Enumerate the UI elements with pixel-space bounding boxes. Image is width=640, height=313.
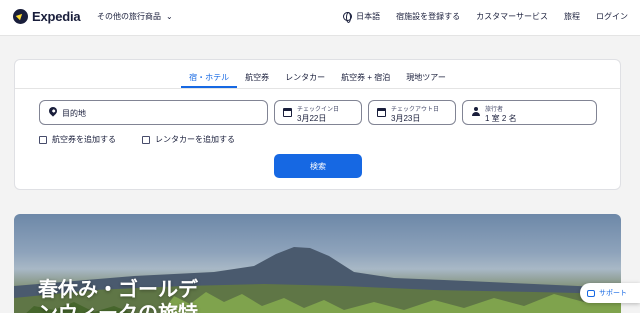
checkout-date-field[interactable]: チェックアウト日 3月23日 bbox=[368, 100, 456, 125]
tabs-divider bbox=[15, 88, 620, 89]
tab-activities[interactable]: 現地ツアー bbox=[398, 60, 454, 88]
travelers-value: 1 室 2 名 bbox=[485, 114, 517, 123]
support-button[interactable]: サポート bbox=[580, 283, 640, 303]
travelers-field[interactable]: 旅行者 1 室 2 名 bbox=[462, 100, 597, 125]
more-travel-label: その他の旅行商品 bbox=[97, 12, 161, 21]
location-pin-icon bbox=[47, 105, 59, 117]
language-selector[interactable]: 日本語 bbox=[343, 11, 381, 23]
checkout-label: チェックアウト日 bbox=[391, 107, 440, 113]
list-property-link[interactable]: 宿施設を登録する bbox=[396, 11, 460, 22]
search-card: 宿・ホテル 航空券 レンタカー 航空券 + 宿泊 現地ツアー 目的地 チェックイ… bbox=[14, 59, 621, 190]
hero-banner[interactable]: 春休み・ゴールデ ンウィークの旅特 bbox=[14, 214, 621, 313]
hero-title: 春休み・ゴールデ ンウィークの旅特 bbox=[38, 279, 198, 313]
checkin-value: 3月22日 bbox=[297, 114, 327, 123]
add-flight-label: 航空券を追加する bbox=[52, 135, 116, 144]
checkout-value: 3月23日 bbox=[391, 114, 421, 123]
header-nav: 日本語 宿施設を登録する カスタマーサービス 旅程 ログイン bbox=[327, 11, 628, 23]
add-ons: 航空券を追加する レンタカーを追加する bbox=[39, 134, 261, 145]
more-travel-menu[interactable]: その他の旅行商品 ⌄ bbox=[97, 11, 173, 22]
calendar-icon bbox=[377, 108, 386, 117]
checkin-label: チェックイン日 bbox=[297, 107, 340, 113]
travelers-label: 旅行者 bbox=[485, 107, 504, 113]
checkin-date-field[interactable]: チェックイン日 3月22日 bbox=[274, 100, 362, 125]
top-header: Expedia その他の旅行商品 ⌄ 日本語 宿施設を登録する カスタマーサービ… bbox=[0, 0, 640, 36]
destination-placeholder: 目的地 bbox=[62, 109, 86, 118]
add-car-checkbox[interactable]: レンタカーを追加する bbox=[142, 134, 235, 145]
login-link[interactable]: ログイン bbox=[596, 11, 628, 22]
customer-service-link[interactable]: カスタマーサービス bbox=[476, 11, 548, 22]
search-tabs: 宿・ホテル 航空券 レンタカー 航空券 + 宿泊 現地ツアー bbox=[15, 60, 620, 88]
add-car-label: レンタカーを追加する bbox=[155, 135, 235, 144]
tab-stays[interactable]: 宿・ホテル bbox=[181, 60, 238, 88]
chevron-down-icon: ⌄ bbox=[166, 12, 173, 21]
search-button[interactable]: 検索 bbox=[274, 154, 362, 178]
tab-flights[interactable]: 航空券 bbox=[237, 60, 277, 88]
globe-icon bbox=[343, 12, 353, 23]
checkbox-icon bbox=[39, 135, 47, 144]
expedia-logo-icon bbox=[13, 9, 28, 24]
chat-bubble-icon bbox=[587, 289, 595, 297]
trips-link[interactable]: 旅程 bbox=[564, 11, 580, 22]
logo-text: Expedia bbox=[32, 9, 81, 24]
language-label: 日本語 bbox=[356, 12, 381, 21]
person-icon bbox=[471, 107, 481, 118]
destination-field[interactable]: 目的地 bbox=[39, 100, 268, 125]
expedia-logo[interactable]: Expedia bbox=[13, 9, 81, 24]
checkbox-icon bbox=[142, 135, 150, 144]
tab-cars[interactable]: レンタカー bbox=[277, 60, 333, 88]
calendar-icon bbox=[283, 108, 292, 117]
add-flight-checkbox[interactable]: 航空券を追加する bbox=[39, 134, 116, 145]
support-label: サポート bbox=[599, 290, 627, 297]
tab-packages[interactable]: 航空券 + 宿泊 bbox=[333, 60, 398, 88]
